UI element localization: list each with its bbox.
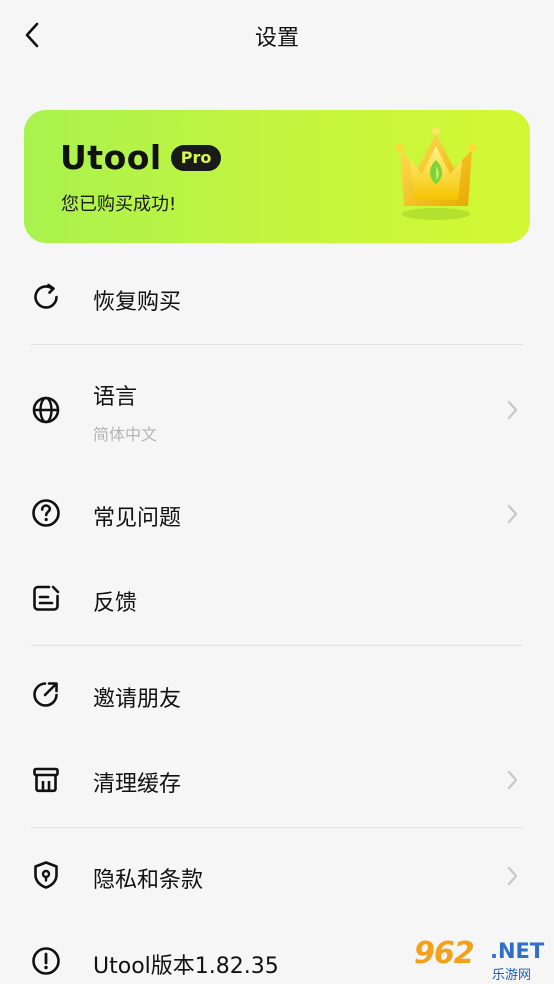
feedback-item[interactable]: 反馈 xyxy=(0,577,554,621)
watermark-text: 962 xyxy=(414,936,475,971)
invite-friends-item[interactable]: 邀请朋友 xyxy=(0,673,554,717)
purchase-success-message: 您已购买成功! xyxy=(61,194,177,215)
pro-status-card: Utool Pro 您已购买成功! xyxy=(24,110,530,243)
language-label: 语言 xyxy=(93,385,138,410)
language-value: 简体中文 xyxy=(93,425,158,444)
privacy-terms-item[interactable]: 隐私和条款 xyxy=(0,854,554,898)
crown-icon xyxy=(396,127,476,220)
clear-cache-label: 清理缓存 xyxy=(93,772,182,797)
chevron-right-icon xyxy=(507,770,518,790)
share-icon xyxy=(33,682,58,707)
brand-name: Utool xyxy=(60,138,162,177)
brand: Utool Pro xyxy=(60,138,222,177)
question-circle-icon xyxy=(32,499,60,527)
language-item[interactable]: 语言 简体中文 xyxy=(0,376,554,446)
clear-cache-item[interactable]: 清理缓存 xyxy=(0,758,554,802)
chevron-right-icon xyxy=(507,504,518,524)
chevron-right-icon xyxy=(507,400,518,420)
divider xyxy=(31,344,523,345)
divider xyxy=(31,827,523,828)
site-watermark: 962 .NET 乐游网 xyxy=(414,936,550,983)
trash-icon xyxy=(33,767,59,793)
globe-icon xyxy=(32,396,60,424)
top-bar: 设置 xyxy=(0,0,554,70)
page-title: 设置 xyxy=(254,26,299,51)
feedback-icon xyxy=(33,585,60,611)
privacy-terms-label: 隐私和条款 xyxy=(93,868,204,893)
restore-purchase-item[interactable]: 恢复购买 xyxy=(0,276,554,320)
shield-icon xyxy=(34,861,58,889)
chevron-right-icon xyxy=(507,866,518,886)
refresh-icon xyxy=(34,283,58,309)
version-label: Utool版本1.82.35 xyxy=(93,954,279,979)
invite-friends-label: 邀请朋友 xyxy=(93,687,182,712)
pro-badge: Pro xyxy=(170,144,222,171)
feedback-label: 反馈 xyxy=(93,591,138,616)
faq-item[interactable]: 常见问题 xyxy=(0,492,554,536)
watermark-suffix: .NET xyxy=(490,939,545,963)
divider xyxy=(31,645,523,646)
info-icon xyxy=(32,947,60,975)
faq-label: 常见问题 xyxy=(93,506,182,531)
restore-purchase-label: 恢复购买 xyxy=(93,290,182,315)
watermark-sub: 乐游网 xyxy=(492,968,532,983)
